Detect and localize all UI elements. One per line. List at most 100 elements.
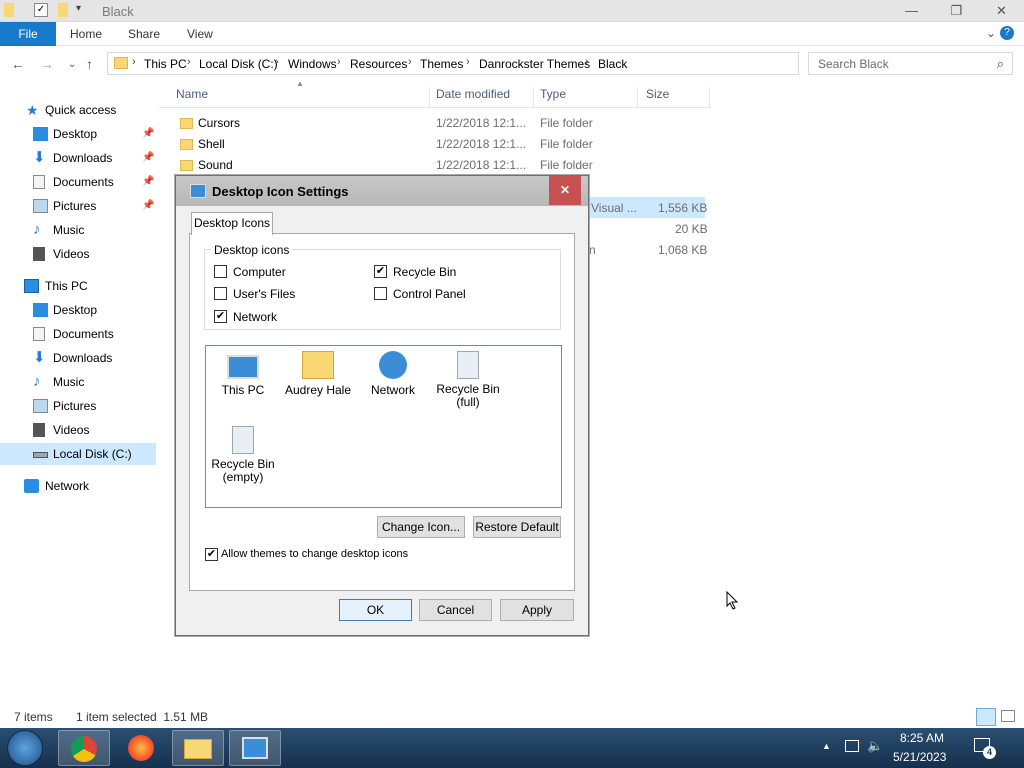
icon-item-recycle-bin-empty[interactable]: Recycle Bin (empty)	[207, 426, 279, 484]
forward-arrow-icon[interactable]: →	[40, 56, 54, 72]
back-arrow-icon[interactable]: ←	[11, 56, 25, 72]
clock-date[interactable]: 5/21/2023	[893, 750, 946, 764]
sidebar-item-documents[interactable]: Documents 📌	[0, 171, 156, 193]
breadcrumb-separator[interactable]: ›	[132, 56, 136, 68]
control-panel-checkbox-label[interactable]: Control Panel	[393, 287, 466, 301]
new-folder-icon[interactable]	[58, 3, 68, 17]
icon-item-user[interactable]: Audrey Hale	[282, 351, 354, 397]
breadcrumb-themes[interactable]: Themes	[420, 57, 463, 71]
icon-item-recycle-bin-full[interactable]: Recycle Bin (full)	[432, 351, 504, 409]
breadcrumb-separator[interactable]: ›	[187, 56, 191, 68]
tab-desktop-icons[interactable]: Desktop Icons	[191, 212, 273, 235]
sidebar-item-music[interactable]: ♪ Music	[0, 219, 156, 241]
breadcrumb-separator[interactable]: ›	[408, 56, 412, 68]
file-name: Cursors	[198, 116, 241, 130]
sidebar-item-pc-documents[interactable]: Documents	[0, 323, 156, 345]
details-view-icon[interactable]	[976, 708, 996, 726]
sidebar-item-downloads[interactable]: ⬇ Downloads 📌	[0, 147, 156, 169]
sidebar-item-pc-pictures[interactable]: Pictures	[0, 395, 156, 417]
expand-ribbon-icon[interactable]: ⌄	[986, 26, 996, 40]
help-icon[interactable]: ?	[1000, 26, 1014, 40]
close-button[interactable]: ✕	[979, 0, 1024, 22]
breadcrumb-black[interactable]: Black	[598, 57, 627, 71]
breadcrumb-resources[interactable]: Resources	[350, 57, 407, 71]
tab-view[interactable]: View	[187, 27, 213, 41]
sidebar-item-network[interactable]: Network	[0, 475, 156, 497]
sidebar-item-quick-access[interactable]: ★ Quick access	[0, 99, 156, 121]
computer-checkbox-label[interactable]: Computer	[233, 265, 286, 279]
search-icon[interactable]: ⌕	[997, 56, 1004, 72]
large-icons-view-icon[interactable]	[1001, 710, 1015, 722]
search-input[interactable]: Search Black ⌕	[808, 52, 1013, 75]
column-type[interactable]: Type	[540, 87, 638, 107]
pin-icon[interactable]: 📌	[142, 195, 154, 217]
allow-themes-label[interactable]: Allow themes to change desktop icons	[221, 548, 408, 560]
file-row[interactable]: Sound 1/22/2018 12:1... File folder	[176, 155, 716, 175]
taskbar-desktop-icon-settings[interactable]	[229, 730, 281, 766]
control-panel-checkbox[interactable]	[374, 287, 387, 300]
show-hidden-icons-icon[interactable]: ▲	[822, 741, 831, 751]
sidebar-item-videos[interactable]: Videos	[0, 243, 156, 265]
cancel-button[interactable]: Cancel	[419, 599, 492, 621]
column-date-modified[interactable]: Date modified	[436, 87, 534, 107]
breadcrumb-windows[interactable]: Windows	[288, 57, 337, 71]
sidebar-item-desktop[interactable]: Desktop 📌	[0, 123, 156, 145]
sidebar-item-this-pc[interactable]: This PC	[0, 275, 156, 297]
pin-icon[interactable]: 📌	[142, 123, 154, 145]
tab-share[interactable]: Share	[128, 27, 160, 41]
file-row[interactable]: Shell 1/22/2018 12:1... File folder	[176, 134, 716, 154]
network-checkbox-label[interactable]: Network	[233, 310, 277, 324]
breadcrumb-separator[interactable]: ›	[275, 56, 279, 68]
start-button[interactable]	[7, 730, 43, 766]
change-icon-button[interactable]: Change Icon...	[377, 516, 465, 538]
sidebar-item-pc-downloads[interactable]: ⬇ Downloads	[0, 347, 156, 369]
chevron-down-icon[interactable]: ▾	[76, 3, 90, 17]
icon-item-this-pc[interactable]: This PC	[207, 351, 279, 397]
apply-button[interactable]: Apply	[500, 599, 574, 621]
properties-icon[interactable]: ✓	[34, 3, 48, 17]
recent-locations-icon[interactable]: ⌄	[68, 59, 76, 70]
sidebar-item-pc-videos[interactable]: Videos	[0, 419, 156, 441]
taskbar-firefox[interactable]	[115, 730, 167, 766]
taskbar-file-explorer[interactable]	[172, 730, 224, 766]
recycle-bin-checkbox[interactable]: ✔	[374, 265, 387, 278]
dialog-close-button[interactable]: ✕	[549, 176, 581, 205]
pin-icon[interactable]: 📌	[142, 171, 154, 193]
users-files-checkbox-label[interactable]: User's Files	[233, 287, 295, 301]
tab-file[interactable]: File	[0, 22, 56, 46]
network-status-icon[interactable]	[845, 740, 859, 752]
monitor-icon	[242, 737, 268, 759]
taskbar-chrome[interactable]	[58, 730, 110, 766]
breadcrumb-local-disk[interactable]: Local Disk (C:)	[199, 57, 278, 71]
recycle-bin-checkbox-label[interactable]: Recycle Bin	[393, 265, 456, 279]
volume-muted-icon[interactable]: 🔈	[867, 738, 883, 754]
column-size[interactable]: Size	[646, 87, 710, 107]
up-arrow-icon[interactable]: ↑	[86, 56, 93, 72]
breadcrumb-separator[interactable]: ›	[337, 56, 341, 68]
network-checkbox[interactable]: ✔	[214, 310, 227, 323]
sidebar-item-local-disk[interactable]: Local Disk (C:)	[0, 443, 156, 465]
minimize-button[interactable]: —	[889, 0, 934, 22]
ok-button[interactable]: OK	[339, 599, 412, 621]
file-row[interactable]: Cursors 1/22/2018 12:1... File folder	[176, 113, 716, 133]
address-bar[interactable]: › This PC › Local Disk (C:) › Windows › …	[107, 52, 799, 75]
users-files-checkbox[interactable]	[214, 287, 227, 300]
breadcrumb-this-pc[interactable]: This PC	[144, 57, 187, 71]
pictures-icon	[33, 199, 48, 213]
tab-home[interactable]: Home	[70, 27, 102, 41]
clock-time[interactable]: 8:25 AM	[900, 731, 944, 745]
breadcrumb-separator[interactable]: ›	[466, 56, 470, 68]
dialog-title-bar[interactable]: Desktop Icon Settings ✕	[176, 176, 588, 206]
sidebar-item-pc-desktop[interactable]: Desktop	[0, 299, 156, 321]
sidebar-item-pictures[interactable]: Pictures 📌	[0, 195, 156, 217]
maximize-button[interactable]: ❐	[934, 0, 979, 22]
pin-icon[interactable]: 📌	[142, 147, 154, 169]
column-name[interactable]: Name	[176, 87, 430, 107]
icon-item-network[interactable]: Network	[357, 351, 429, 397]
breadcrumb-danrockster-themes[interactable]: Danrockster Themes	[479, 57, 590, 71]
computer-checkbox[interactable]	[214, 265, 227, 278]
sidebar-item-pc-music[interactable]: ♪ Music	[0, 371, 156, 393]
breadcrumb-separator[interactable]: ›	[585, 56, 589, 68]
allow-themes-checkbox[interactable]: ✔	[205, 548, 218, 561]
restore-default-button[interactable]: Restore Default	[473, 516, 561, 538]
